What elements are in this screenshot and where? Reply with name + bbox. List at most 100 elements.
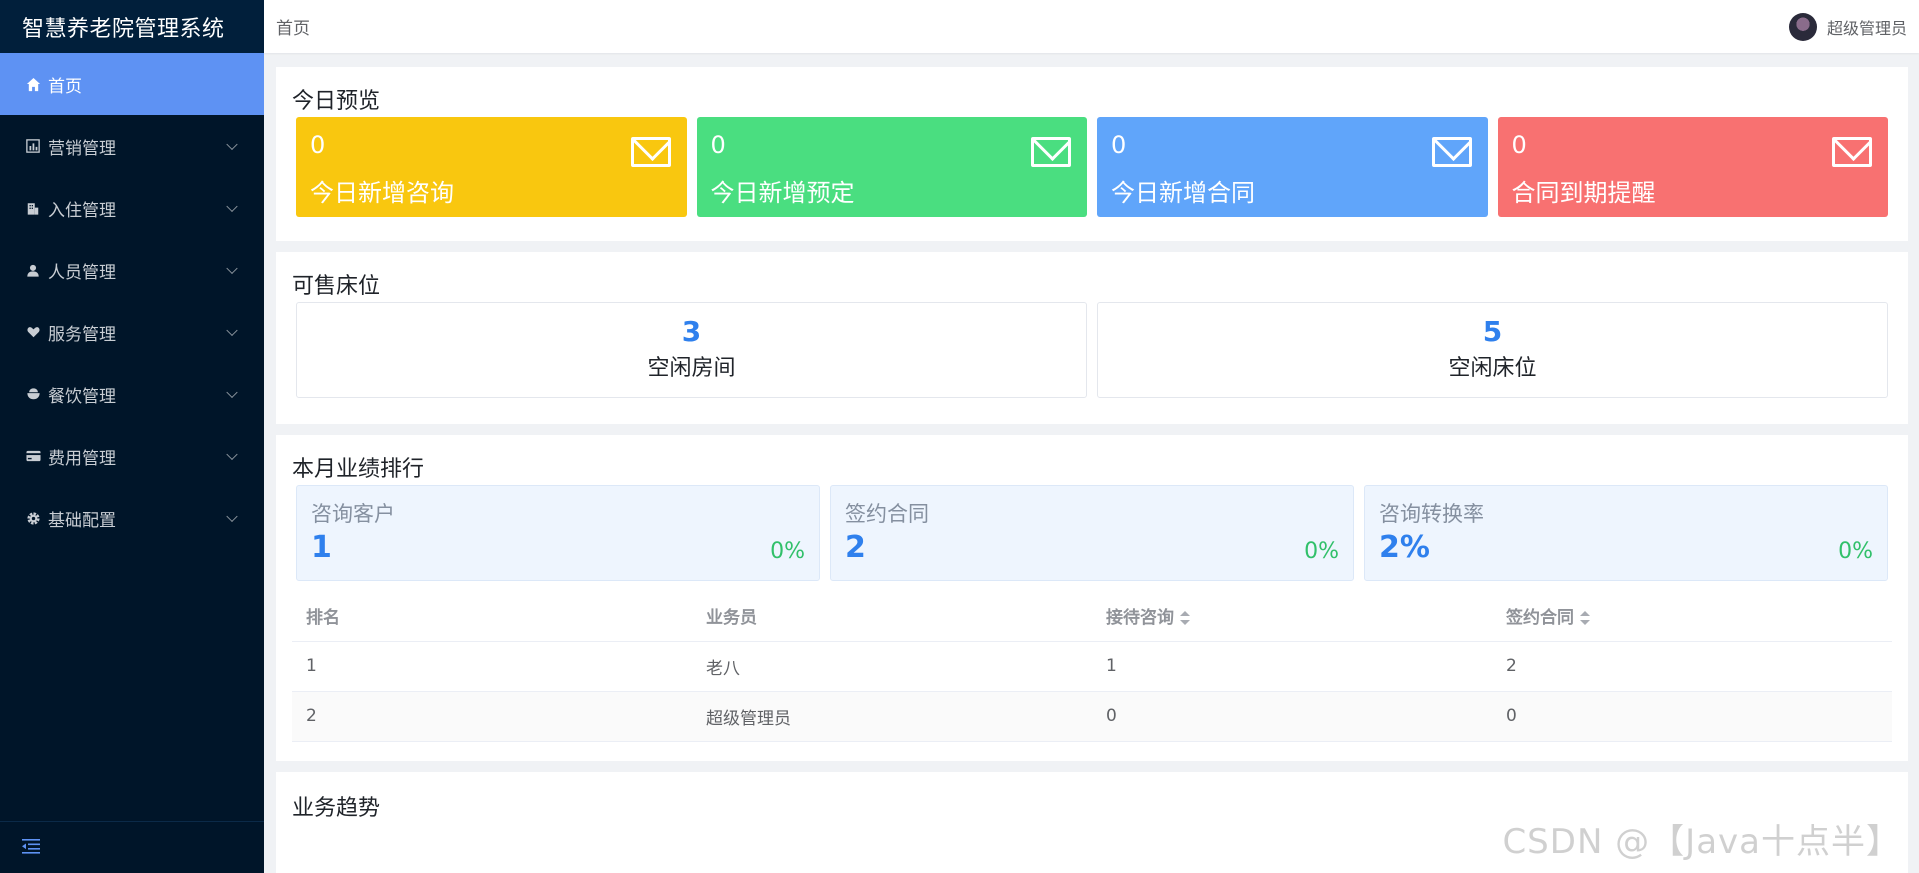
stat-value: 0: [310, 131, 326, 159]
free-rooms-label: 空闲房间: [647, 356, 736, 381]
perf-label: 签约合同: [845, 502, 929, 526]
avatar[interactable]: [1788, 12, 1817, 41]
stat-card-consult[interactable]: 0 今日新增咨询: [296, 117, 687, 217]
sidebar-item-label: 基础配置: [48, 510, 116, 531]
sidebar-collapse-button[interactable]: [0, 821, 264, 873]
sidebar-item-dining[interactable]: 餐饮管理: [0, 363, 264, 425]
stat-card-booking[interactable]: 0 今日新增预定: [696, 117, 1087, 217]
sidebar-item-service[interactable]: 服务管理: [0, 301, 264, 363]
chevron-down-icon: [226, 386, 238, 399]
user-menu[interactable]: 超级管理员: [1788, 12, 1907, 41]
table-cell: 老八: [692, 641, 1092, 692]
app-title: 智慧养老院管理系统: [0, 0, 264, 53]
stat-label: 今日新增预定: [710, 179, 855, 207]
table-row: 2 超级管理员 0 0: [292, 691, 1892, 742]
heart-hand-icon: [24, 323, 42, 341]
sidebar-item-label: 首页: [48, 76, 82, 97]
person-icon: [24, 261, 42, 279]
sidebar-item-label: 餐饮管理: [48, 386, 116, 407]
monthly-ranking-title: 本月业绩排行: [292, 457, 425, 482]
stat-label: 合同到期提醒: [1511, 179, 1656, 207]
stat-card-expiry[interactable]: 0 合同到期提醒: [1497, 117, 1888, 217]
stat-value: 0: [1511, 131, 1527, 159]
building-icon: [24, 199, 42, 217]
card-icon: [24, 447, 42, 465]
table-cell: 0: [1492, 691, 1892, 742]
sort-icon[interactable]: [1180, 611, 1190, 626]
breadcrumb[interactable]: 首页: [276, 14, 310, 39]
sidebar: 智慧养老院管理系统 首页 营销管理 入住管理 人员管理 服务管理 餐饮管理 费用…: [0, 0, 264, 873]
table-header-row: 排名 业务员 接待咨询 签约合同: [292, 591, 1892, 642]
column-header-consultations[interactable]: 接待咨询: [1092, 591, 1492, 642]
stat-value: 0: [710, 131, 726, 159]
sidebar-item-home[interactable]: 首页: [0, 53, 264, 115]
perf-value: 2%: [1379, 530, 1430, 565]
table-row: 1 老八 1 2: [292, 641, 1892, 692]
perf-card-consult-customers: 咨询客户 1 0%: [296, 485, 820, 581]
free-beds-label: 空闲床位: [1448, 356, 1537, 381]
stat-value: 0: [1111, 131, 1127, 159]
stat-label: 今日新增咨询: [310, 179, 454, 207]
chart-icon: [24, 137, 42, 155]
sidebar-item-fees[interactable]: 费用管理: [0, 425, 264, 487]
sidebar-item-marketing[interactable]: 营销管理: [0, 115, 264, 177]
gear-icon: [24, 509, 42, 527]
today-overview-title: 今日预览: [292, 89, 381, 114]
perf-card-conversion-rate: 咨询转换率 2% 0%: [1364, 485, 1888, 581]
stat-label: 今日新增合同: [1111, 179, 1255, 207]
table-cell: 2: [292, 691, 692, 742]
chevron-down-icon: [226, 138, 238, 151]
perf-label: 咨询客户: [311, 502, 395, 526]
user-name[interactable]: 超级管理员: [1827, 15, 1907, 39]
stat-card-contract[interactable]: 0 今日新增合同: [1097, 117, 1488, 217]
column-header-label: 接待咨询: [1106, 608, 1174, 629]
column-header-contracts[interactable]: 签约合同: [1492, 591, 1892, 642]
sidebar-item-label: 费用管理: [48, 448, 116, 469]
free-beds-card: 5 空闲床位: [1097, 302, 1888, 398]
chevron-down-icon: [226, 324, 238, 337]
perf-label: 咨询转换率: [1379, 502, 1484, 526]
sidebar-item-label: 营销管理: [48, 138, 116, 159]
sidebar-item-label: 服务管理: [48, 324, 116, 345]
top-header: 首页 超级管理员: [264, 0, 1919, 53]
monthly-ranking-panel: 本月业绩排行 咨询客户 1 0% 签约合同 2 0% 咨询转换率 2% 0% 排…: [276, 435, 1908, 761]
mail-icon: [630, 137, 671, 167]
bowl-icon: [24, 385, 42, 403]
chevron-down-icon: [226, 510, 238, 523]
table-cell: 2: [1492, 641, 1892, 692]
sidebar-item-label: 入住管理: [48, 200, 116, 221]
sidebar-item-config[interactable]: 基础配置: [0, 487, 264, 549]
main-content: 今日预览 0 今日新增咨询 0 今日新增预定 0 今日新增合同 0 合同到期提醒: [264, 53, 1919, 873]
perf-percent: 0%: [1304, 539, 1339, 564]
table-cell: 1: [1092, 641, 1492, 692]
sidebar-item-staff[interactable]: 人员管理: [0, 239, 264, 301]
home-icon: [24, 75, 42, 93]
mail-icon: [1031, 137, 1071, 167]
today-overview-panel: 今日预览 0 今日新增咨询 0 今日新增预定 0 今日新增合同 0 合同到期提醒: [276, 67, 1908, 241]
watermark: CSDN @【Java十点半】: [1502, 822, 1901, 862]
table-cell: 1: [292, 641, 692, 692]
available-beds-title: 可售床位: [292, 274, 381, 299]
menu-fold-icon: [22, 838, 40, 858]
table-cell: 0: [1092, 691, 1492, 742]
ranking-table: 排名 业务员 接待咨询 签约合同 1 老八 1 2 2 超级管理员 0 0: [292, 591, 1892, 742]
sort-icon[interactable]: [1580, 611, 1590, 626]
chevron-down-icon: [226, 200, 238, 213]
table-cell: 超级管理员: [692, 691, 1092, 742]
perf-percent: 0%: [770, 539, 805, 564]
sidebar-item-label: 人员管理: [48, 262, 116, 283]
mail-icon: [1832, 137, 1872, 167]
chevron-down-icon: [226, 448, 238, 461]
free-rooms-card: 3 空闲房间: [296, 302, 1087, 398]
sidebar-item-checkin[interactable]: 入住管理: [0, 177, 264, 239]
perf-percent: 0%: [1838, 539, 1873, 564]
chevron-down-icon: [226, 262, 238, 275]
perf-value: 1: [311, 530, 332, 565]
perf-value: 2: [845, 530, 866, 565]
free-rooms-value: 3: [681, 315, 702, 348]
free-beds-value: 5: [1482, 315, 1503, 348]
perf-card-signed-contracts: 签约合同 2 0%: [830, 485, 1354, 581]
column-header-rank: 排名: [292, 591, 692, 642]
mail-icon: [1431, 137, 1472, 167]
column-header-label: 签约合同: [1506, 608, 1574, 629]
